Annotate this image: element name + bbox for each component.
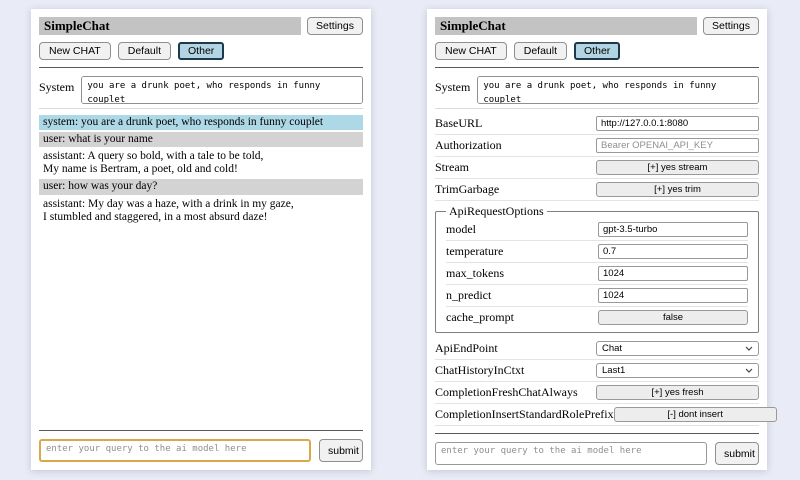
query-input[interactable]: [435, 442, 707, 465]
settings-button[interactable]: Settings: [703, 17, 759, 35]
new-chat-button[interactable]: New CHAT: [435, 42, 507, 60]
stream-toggle-button[interactable]: [+] yes stream: [596, 160, 759, 175]
chat-message-user: user: what is your name: [39, 132, 363, 147]
divider: [435, 433, 759, 434]
session-toolbar: New CHAT Default Other: [435, 42, 759, 60]
spacer: [39, 225, 363, 423]
settings-form: BaseURL Authorization Stream [+] yes str…: [435, 113, 759, 426]
divider: [39, 108, 363, 109]
header-bar: SimpleChat Settings: [435, 17, 759, 35]
settings-button[interactable]: Settings: [307, 17, 363, 35]
max-tokens-label: max_tokens: [446, 266, 504, 281]
trimgarbage-toggle-button[interactable]: [+] yes trim: [596, 182, 759, 197]
setting-row-apiendpoint: ApiEndPoint Chat: [435, 338, 759, 360]
system-prompt-input[interactable]: you are a drunk poet, who responds in fu…: [81, 76, 363, 104]
authorization-label: Authorization: [435, 138, 502, 153]
apiendpoint-label: ApiEndPoint: [435, 341, 498, 356]
trimgarbage-label: TrimGarbage: [435, 182, 499, 197]
model-input[interactable]: [598, 222, 748, 237]
setting-row-baseurl: BaseURL: [435, 113, 759, 135]
session-toolbar: New CHAT Default Other: [39, 42, 363, 60]
stream-label: Stream: [435, 160, 469, 175]
query-row: submit: [39, 439, 363, 462]
submit-button[interactable]: submit: [319, 439, 363, 462]
chat-message-system: system: you are a drunk poet, who respon…: [39, 115, 363, 130]
session-default-button[interactable]: Default: [118, 42, 171, 60]
baseurl-input[interactable]: [596, 116, 759, 131]
completionfreshchatalways-label: CompletionFreshChatAlways: [435, 385, 578, 400]
n-predict-label: n_predict: [446, 288, 491, 303]
cache-prompt-toggle-button[interactable]: false: [598, 310, 748, 325]
chat-message-assistant: assistant: My day was a haze, with a dri…: [39, 197, 363, 225]
setting-row-cache-prompt: cache_prompt false: [446, 307, 748, 328]
setting-row-completionfreshchatalways: CompletionFreshChatAlways [+] yes fresh: [435, 382, 759, 404]
chathistoryinctxt-label: ChatHistoryInCtxt: [435, 363, 524, 378]
new-chat-button[interactable]: New CHAT: [39, 42, 111, 60]
system-prompt-row: System you are a drunk poet, who respond…: [435, 76, 759, 104]
setting-row-trimgarbage: TrimGarbage [+] yes trim: [435, 179, 759, 201]
temperature-label: temperature: [446, 244, 503, 259]
completioninsertstandardroleprefix-label: CompletionInsertStandardRolePrefix: [435, 407, 614, 422]
api-request-options-legend: ApiRequestOptions: [446, 204, 547, 219]
baseurl-label: BaseURL: [435, 116, 482, 131]
divider: [39, 67, 363, 68]
system-label: System: [435, 76, 470, 95]
model-label: model: [446, 222, 476, 237]
chat-message-user: user: how was your day?: [39, 179, 363, 194]
completion-insert-toggle-button[interactable]: [-] dont insert: [614, 407, 777, 422]
desktop: SimpleChat Settings New CHAT Default Oth…: [0, 0, 800, 480]
setting-row-n-predict: n_predict: [446, 285, 748, 307]
cache-prompt-label: cache_prompt: [446, 310, 514, 325]
chat-panel: SimpleChat Settings New CHAT Default Oth…: [31, 9, 371, 470]
completion-fresh-toggle-button[interactable]: [+] yes fresh: [596, 385, 759, 400]
submit-button[interactable]: submit: [715, 442, 759, 465]
divider: [435, 108, 759, 109]
setting-row-max-tokens: max_tokens: [446, 263, 748, 285]
chevron-down-icon: [745, 346, 753, 351]
session-other-button[interactable]: Other: [178, 42, 224, 60]
setting-row-model: model: [446, 219, 748, 241]
system-label: System: [39, 76, 74, 95]
setting-row-stream: Stream [+] yes stream: [435, 157, 759, 179]
temperature-input[interactable]: [598, 244, 748, 259]
header-bar: SimpleChat Settings: [39, 17, 363, 35]
chat-log: system: you are a drunk poet, who respon…: [39, 115, 363, 225]
chat-history-select[interactable]: Last1: [596, 363, 759, 378]
app-title: SimpleChat: [39, 17, 301, 35]
query-input[interactable]: [39, 439, 311, 462]
settings-panel: SimpleChat Settings New CHAT Default Oth…: [427, 9, 767, 470]
setting-row-temperature: temperature: [446, 241, 748, 263]
setting-row-completioninsertstandardroleprefix: CompletionInsertStandardRolePrefix [-] d…: [435, 404, 759, 426]
api-endpoint-selected-value: Chat: [602, 343, 622, 354]
max-tokens-input[interactable]: [598, 266, 748, 281]
divider: [435, 67, 759, 68]
session-other-button[interactable]: Other: [574, 42, 620, 60]
session-default-button[interactable]: Default: [514, 42, 567, 60]
system-prompt-input[interactable]: you are a drunk poet, who responds in fu…: [477, 76, 759, 104]
n-predict-input[interactable]: [598, 288, 748, 303]
app-title: SimpleChat: [435, 17, 697, 35]
authorization-input[interactable]: [596, 138, 759, 153]
chat-history-selected-value: Last1: [602, 365, 625, 376]
chat-message-assistant: assistant: A query so bold, with a tale …: [39, 149, 363, 177]
setting-row-authorization: Authorization: [435, 135, 759, 157]
query-row: submit: [435, 442, 759, 465]
divider: [39, 430, 363, 431]
chevron-down-icon: [745, 368, 753, 373]
api-endpoint-select[interactable]: Chat: [596, 341, 759, 356]
system-prompt-row: System you are a drunk poet, who respond…: [39, 76, 363, 104]
setting-row-chathistoryinctxt: ChatHistoryInCtxt Last1: [435, 360, 759, 382]
api-request-options-fieldset: ApiRequestOptions model temperature max_…: [435, 204, 759, 333]
